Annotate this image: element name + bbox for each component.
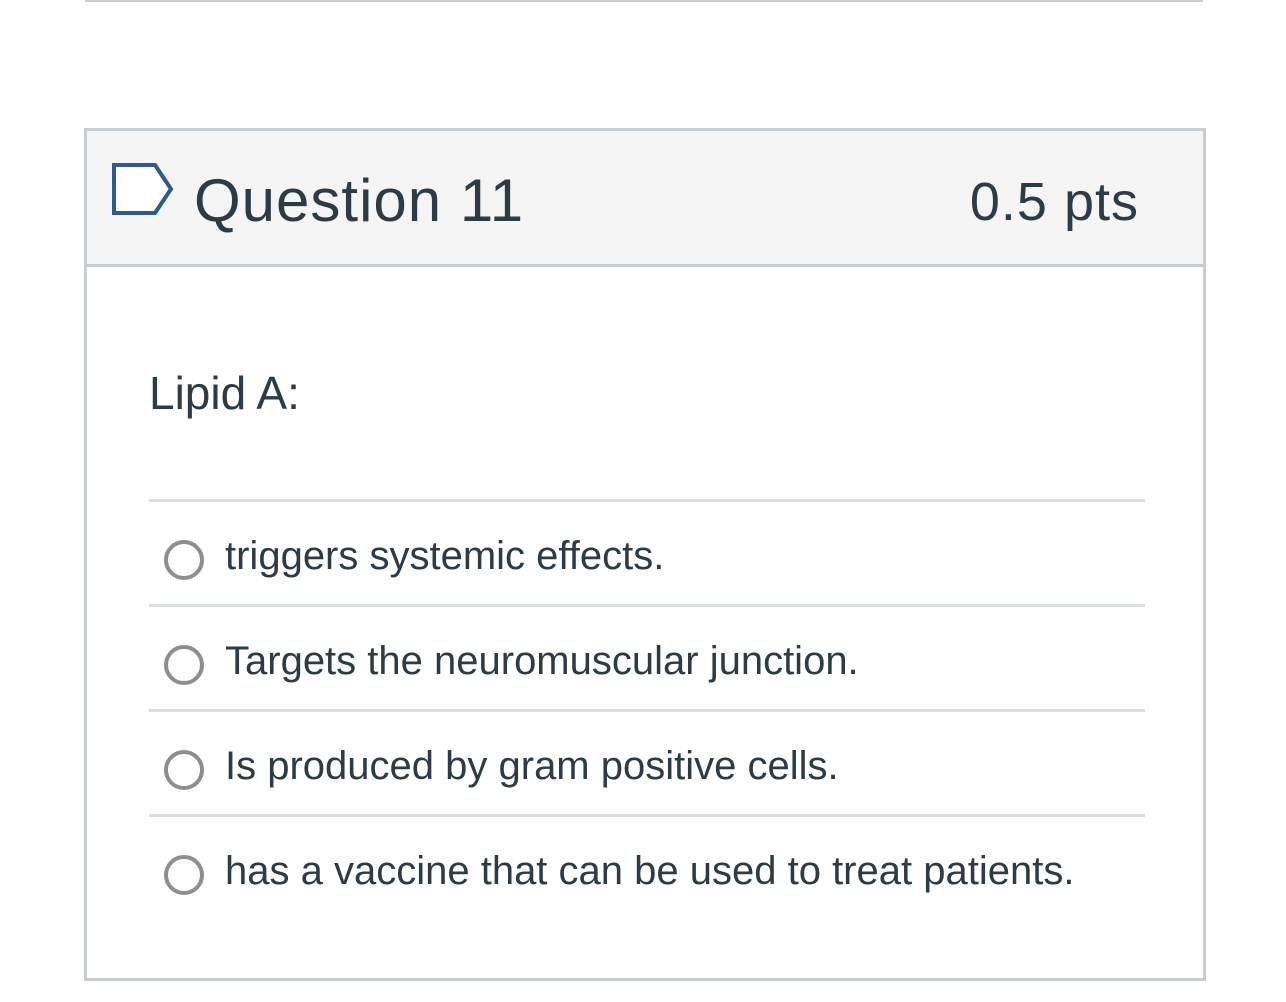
answer-option-3[interactable]: Is produced by gram positive cells. [149, 709, 1145, 814]
answer-label: Targets the neuromuscular junction. [225, 639, 859, 683]
answer-label: has a vaccine that can be used to treat … [225, 849, 1075, 893]
question-prompt: Lipid A: [149, 367, 300, 419]
flag-outline-icon[interactable] [111, 162, 175, 216]
previous-question-bottom [85, 0, 1203, 2]
answer-option-2[interactable]: Targets the neuromuscular junction. [149, 604, 1145, 709]
radio-button[interactable] [164, 645, 204, 685]
answer-label: triggers systemic effects. [225, 534, 665, 578]
radio-button[interactable] [164, 750, 204, 790]
radio-button[interactable] [164, 540, 204, 580]
radio-button[interactable] [164, 855, 204, 895]
question-header: Question 11 0.5 pts [87, 131, 1203, 267]
question-title: Question 11 [194, 167, 525, 234]
question-card: Question 11 0.5 pts Lipid A: triggers sy… [84, 128, 1206, 981]
answer-list: triggers systemic effects. Targets the n… [149, 499, 1145, 919]
answer-label: Is produced by gram positive cells. [225, 744, 839, 788]
answer-option-4[interactable]: has a vaccine that can be used to treat … [149, 814, 1145, 919]
answer-option-1[interactable]: triggers systemic effects. [149, 499, 1145, 604]
question-points: 0.5 pts [969, 172, 1139, 232]
